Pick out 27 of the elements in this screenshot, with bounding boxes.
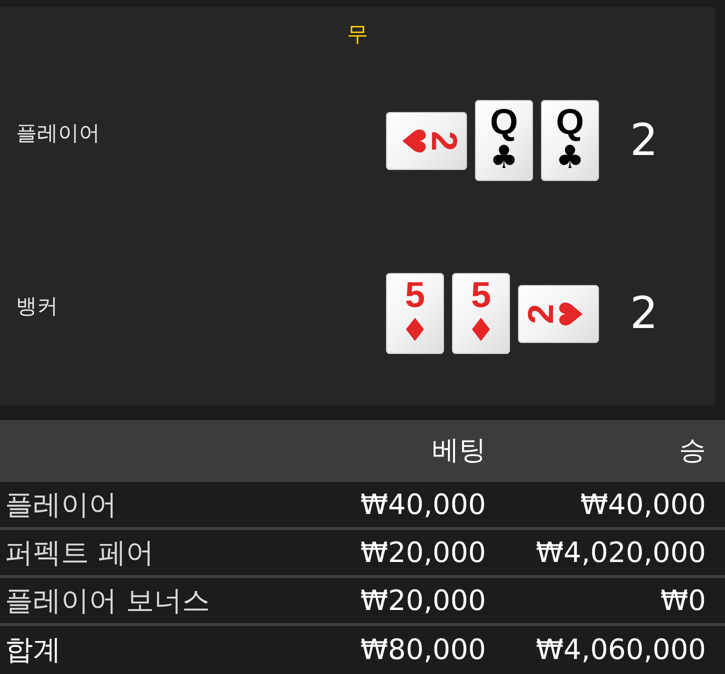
card-rank: 5 [404, 277, 426, 313]
row-label: 합계 [5, 632, 62, 668]
table-cell-text: ₩80,000 [359, 632, 486, 668]
table-cell-text: ₩40,000 [579, 486, 706, 522]
hand-label: 플레이어 [16, 120, 101, 147]
card-suit: ♣ [490, 140, 518, 174]
result-title: 무 [347, 22, 368, 46]
card-rank: Q [490, 104, 518, 140]
card-suit: ♣ [556, 140, 584, 174]
card-suit: ♦ [400, 313, 430, 347]
column-header: 승 [678, 434, 706, 468]
hand-score: 2 [630, 288, 658, 338]
card-rank: 5 [470, 277, 492, 313]
table-cell-text: ₩4,020,000 [534, 534, 706, 570]
card-rank: Q [556, 104, 584, 140]
column-header: 베팅 [431, 434, 486, 468]
card-suit: ♦ [466, 313, 496, 347]
row-label: 플레이어 [5, 486, 118, 522]
row-label: 플레이어 보너스 [5, 582, 211, 618]
table-cell-text: ₩40,000 [359, 486, 486, 522]
hand-label: 뱅커 [16, 292, 59, 320]
table-cell-text: ₩20,000 [359, 582, 486, 618]
table-cell-text: ₩0 [660, 582, 706, 618]
table-cell-text: ₩4,060,000 [534, 632, 706, 668]
row-label: 퍼펙트 페어 [5, 534, 155, 570]
table-cell-text: ₩20,000 [359, 534, 486, 570]
hand-score: 2 [630, 116, 658, 166]
